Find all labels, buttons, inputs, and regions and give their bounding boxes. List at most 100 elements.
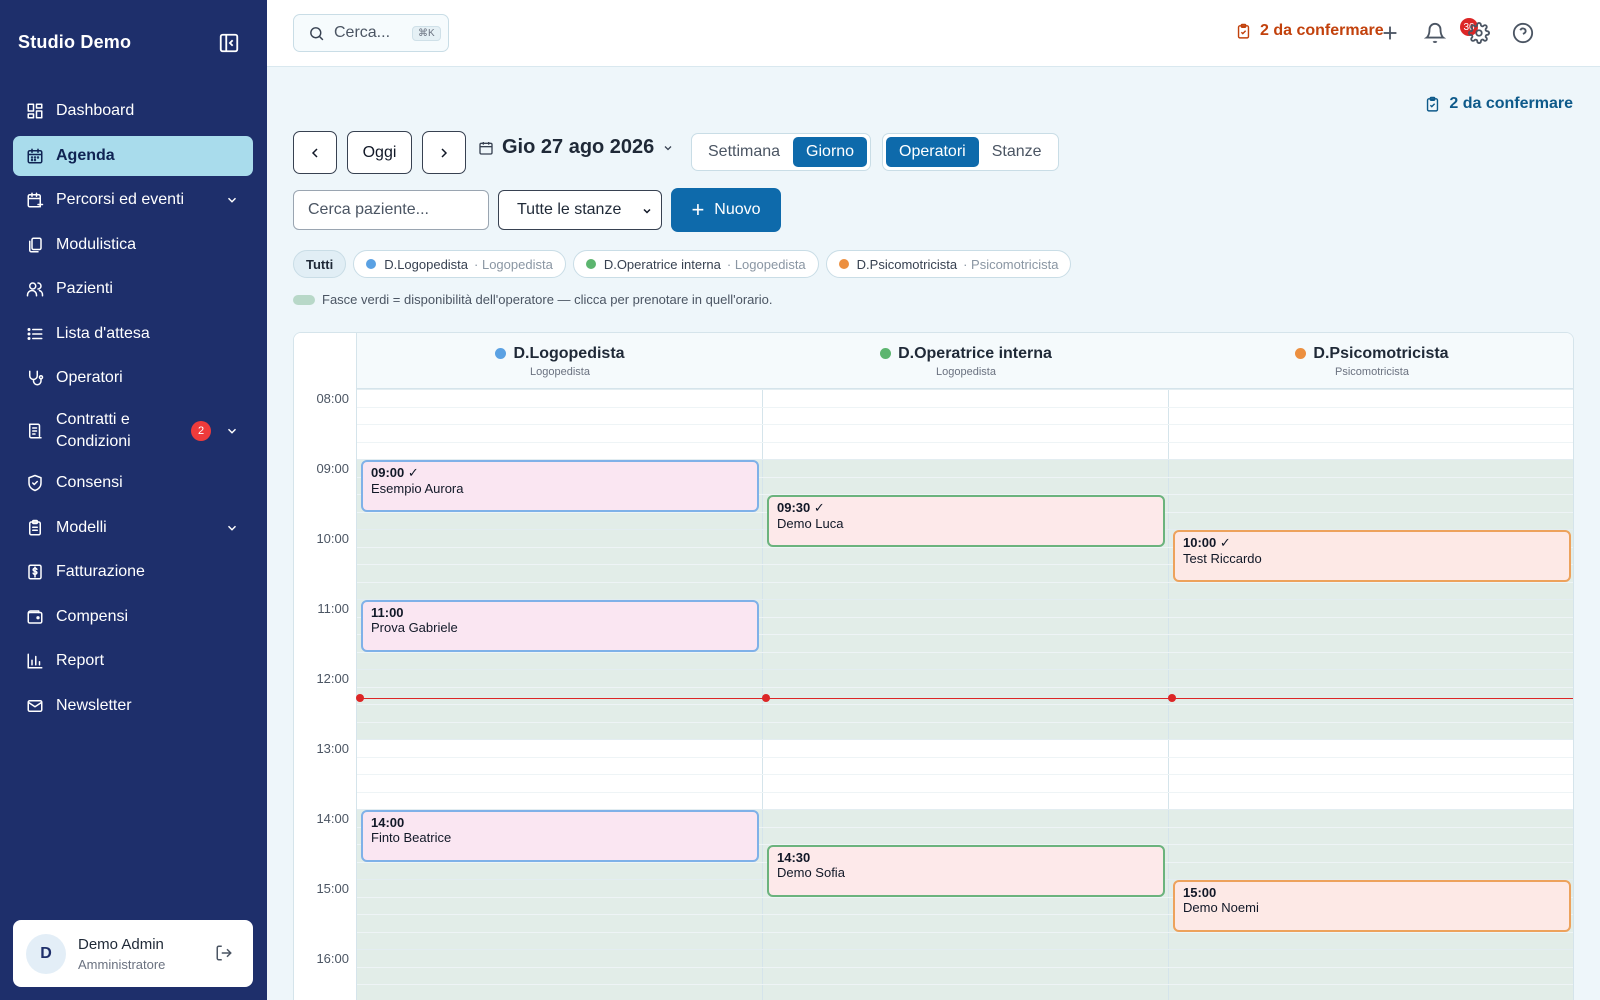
time-label: 13:00 bbox=[316, 741, 349, 756]
sidebar-item-modelli[interactable]: Modelli bbox=[13, 508, 253, 548]
appointment-card[interactable]: 14:00 Finto Beatrice bbox=[361, 810, 759, 862]
quarter-gridline bbox=[357, 774, 1573, 775]
filter-chip-all[interactable]: Tutti bbox=[293, 250, 347, 278]
filter-chip-operator[interactable]: D.Psicomotricista · Psicomotricista bbox=[825, 250, 1072, 278]
appointment-card[interactable]: 09:00 ✓ Esempio Aurora bbox=[361, 460, 759, 512]
view-tab-giorno[interactable]: Giorno bbox=[793, 137, 868, 167]
prev-day-button[interactable] bbox=[293, 131, 337, 174]
group-tab-stanze[interactable]: Stanze bbox=[979, 137, 1055, 167]
pending-confirmations-main-label: 2 da confermare bbox=[1449, 95, 1573, 112]
help-icon[interactable] bbox=[1512, 22, 1534, 44]
sidebar-item-label: Compensi bbox=[56, 607, 129, 625]
appointment-time: 14:30 bbox=[777, 850, 811, 865]
sidebar-item-label: Lista d'attesa bbox=[56, 324, 150, 342]
calendar-plus-icon bbox=[26, 191, 44, 209]
view-tab-settimana[interactable]: Settimana bbox=[695, 137, 793, 167]
sidebar-item-label: Pazienti bbox=[56, 280, 113, 297]
collapse-sidebar-icon[interactable] bbox=[218, 32, 242, 56]
pending-confirmations-link[interactable]: 2 da confermare bbox=[1235, 22, 1384, 40]
new-appointment-label: Nuovo bbox=[714, 201, 761, 218]
quarter-gridline bbox=[357, 651, 1573, 653]
time-label: 16:00 bbox=[316, 951, 349, 966]
sidebar-item-label: Agenda bbox=[56, 146, 115, 164]
topbar: ⌘K 2 da confermare 30 bbox=[267, 0, 1600, 67]
pending-confirmations-main-link[interactable]: 2 da confermare bbox=[1424, 95, 1573, 113]
day-column-operator[interactable] bbox=[763, 389, 1169, 1000]
appointment-time: 15:00 bbox=[1183, 885, 1217, 900]
column-header-name: D.Logopedista bbox=[495, 345, 625, 363]
group-tab-operatori[interactable]: Operatori bbox=[886, 137, 979, 167]
user-card[interactable]: D Demo Admin Amministratore bbox=[13, 920, 253, 987]
quarter-gridline bbox=[357, 756, 1573, 758]
appointment-patient: Prova Gabriele bbox=[371, 620, 458, 635]
filter-chip-operator[interactable]: D.Logopedista · Logopedista bbox=[353, 250, 566, 278]
sidebar-item-pazienti[interactable]: Pazienti bbox=[13, 269, 253, 309]
sidebar-item-lista-d-attesa[interactable]: Lista d'attesa bbox=[13, 314, 253, 354]
calendar-header: D.Logopedista Logopedista D.Operatrice int… bbox=[294, 333, 1573, 389]
day-calendar: D.Logopedista Logopedista D.Operatrice int… bbox=[293, 332, 1574, 1000]
operator-role: · Logopedista bbox=[726, 256, 806, 272]
date-picker[interactable]: Gio 27 ago 2026 bbox=[478, 136, 674, 159]
time-column: 08:00 09:00 10:00 11:00 12:00 13:00 14:00 15:00… bbox=[294, 389, 357, 1000]
sidebar-item-report[interactable]: Report bbox=[13, 641, 253, 681]
quarter-gridline bbox=[357, 931, 1573, 933]
appointment-card[interactable]: 14:30 Demo Sofia bbox=[767, 845, 1165, 897]
sidebar-item-label: Modelli bbox=[56, 518, 107, 536]
appointment-card[interactable]: 11:00 Prova Gabriele bbox=[361, 600, 759, 652]
quarter-gridline bbox=[357, 441, 1573, 443]
sidebar-item-label: Contratti e Condizioni bbox=[56, 410, 131, 450]
global-search[interactable]: ⌘K bbox=[293, 14, 449, 52]
sidebar-item-modulistica[interactable]: Modulistica bbox=[13, 225, 253, 265]
operator-name: D.Psicomotricista bbox=[856, 256, 958, 272]
sidebar-item-compensi[interactable]: Compensi bbox=[13, 597, 253, 637]
operator-color-dot bbox=[1295, 348, 1307, 359]
users-icon bbox=[26, 280, 44, 298]
appointment-card[interactable]: 09:30 ✓ Demo Luca bbox=[767, 495, 1165, 547]
appointment-time: 09:30 ✓ bbox=[777, 500, 825, 515]
quarter-gridline bbox=[357, 686, 1573, 688]
sidebar-item-operatori[interactable]: Operatori bbox=[13, 358, 253, 398]
column-header-name: D.Operatrice interna bbox=[880, 345, 1052, 363]
add-icon[interactable] bbox=[1379, 22, 1401, 44]
sidebar-item-fatturazione[interactable]: Fatturazione bbox=[13, 552, 253, 592]
column-header-role: Psicomotricista bbox=[1335, 365, 1409, 378]
avatar: D bbox=[26, 934, 66, 974]
time-label: 11:00 bbox=[317, 601, 349, 616]
sidebar-item-percorsi-ed-eventi[interactable]: Percorsi ed eventi bbox=[13, 180, 253, 220]
appointment-card[interactable]: 10:00 ✓ Test Riccardo bbox=[1173, 530, 1571, 582]
appointment-patient: Demo Noemi bbox=[1183, 900, 1259, 915]
appointment-time: 11:00 bbox=[371, 605, 404, 620]
bell-icon[interactable] bbox=[1424, 22, 1446, 44]
availability-slot[interactable] bbox=[763, 809, 1168, 1000]
room-filter-select[interactable]: Tutte le stanze bbox=[498, 190, 662, 230]
column-header-operator: D.Operatrice interna Logopedista bbox=[763, 333, 1169, 389]
sidebar-item-dashboard[interactable]: Dashboard bbox=[13, 91, 253, 131]
chevron-down-icon bbox=[225, 424, 239, 438]
sidebar-item-agenda[interactable]: Agenda bbox=[13, 135, 253, 176]
today-button[interactable]: Oggi bbox=[347, 131, 412, 174]
dashboard-icon bbox=[26, 102, 44, 120]
quarter-gridline bbox=[357, 424, 1573, 425]
availability-legend-text: Fasce verdi = disponibilità dell'operato… bbox=[322, 292, 773, 307]
global-search-input[interactable] bbox=[334, 24, 414, 42]
appointment-time: 09:00 ✓ bbox=[371, 465, 419, 480]
sidebar-item-contratti-e-condizioni[interactable]: Contratti e Condizioni 2 bbox=[13, 403, 253, 459]
appointment-card[interactable]: 15:00 Demo Noemi bbox=[1173, 880, 1571, 932]
patient-search-input[interactable] bbox=[293, 190, 489, 230]
quarter-gridline bbox=[357, 966, 1573, 968]
sidebar-item-consensi[interactable]: Consensi bbox=[13, 463, 253, 503]
operator-filter-chips: Tutti D.Logopedista · Logopedista D.Operatr… bbox=[293, 250, 1072, 278]
column-header-name: D.Psicomotricista bbox=[1295, 345, 1449, 363]
hour-gridline bbox=[357, 739, 1573, 740]
operator-role: · Psicomotricista bbox=[963, 256, 1059, 272]
current-date: Gio 27 ago 2026 bbox=[502, 136, 655, 158]
time-label: 09:00 bbox=[316, 461, 349, 476]
appointment-patient: Esempio Aurora bbox=[371, 481, 464, 496]
user-name: Demo Admin bbox=[78, 936, 164, 953]
logout-icon[interactable] bbox=[215, 944, 233, 962]
sidebar-item-newsletter[interactable]: Newsletter bbox=[13, 686, 253, 726]
next-day-button[interactable] bbox=[422, 131, 466, 174]
new-appointment-button[interactable]: + Nuovo bbox=[671, 188, 781, 232]
filter-chip-operator[interactable]: D.Operatrice interna · Logopedista bbox=[572, 250, 819, 278]
gear-icon[interactable] bbox=[1468, 22, 1490, 44]
